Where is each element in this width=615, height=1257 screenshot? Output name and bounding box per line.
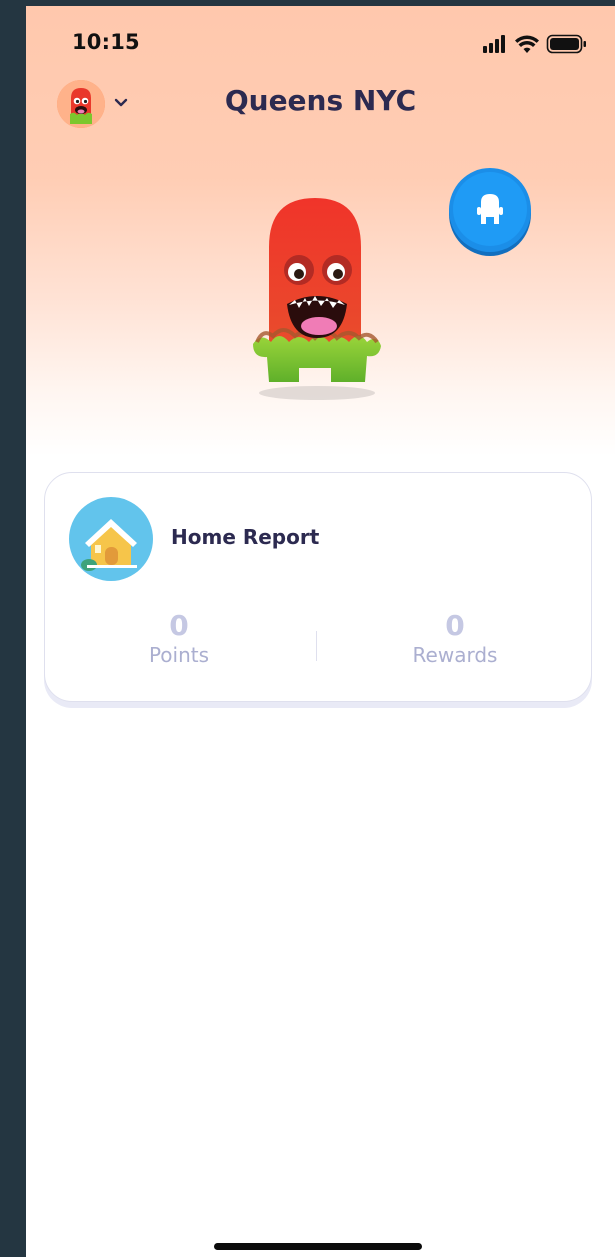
house-icon [69, 497, 153, 581]
rewards-value: 0 [445, 609, 465, 642]
monster-illustration [253, 198, 381, 400]
points-stat: 0 Points [89, 609, 269, 668]
wifi-icon [515, 35, 539, 53]
app-screen: 10:15 Queens NYC Home Report 0 Points 0 … [26, 6, 615, 1257]
card-title: Home Report [171, 525, 320, 549]
rewards-stat: 0 Rewards [365, 609, 545, 668]
home-report-card[interactable]: Home Report 0 Points 0 Rewards [44, 472, 592, 702]
customize-monster-button[interactable] [449, 168, 531, 252]
home-indicator[interactable] [214, 1243, 422, 1250]
points-value: 0 [169, 609, 189, 642]
cellular-signal-icon [483, 35, 505, 53]
points-label: Points [148, 643, 210, 667]
page-title: Queens NYC [224, 84, 417, 117]
stat-divider [316, 631, 317, 661]
status-icons [483, 34, 586, 54]
status-time: 10:15 [72, 30, 140, 54]
monster-figure-icon [477, 194, 503, 224]
battery-icon [546, 34, 586, 54]
rewards-label: Rewards [412, 643, 498, 667]
